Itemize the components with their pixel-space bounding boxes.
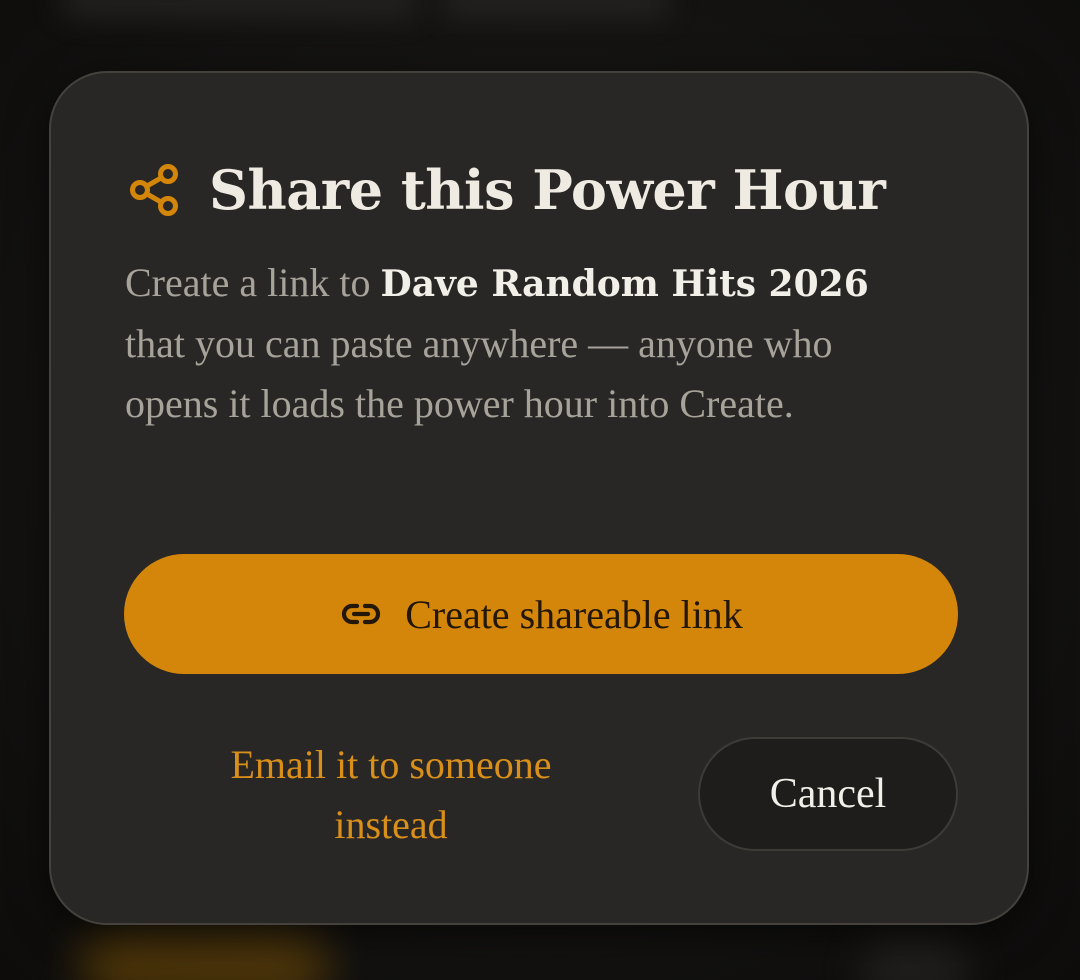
dialog-title: Share this Power Hour — [209, 158, 886, 222]
cancel-button[interactable]: Cancel — [698, 737, 958, 851]
blurred-header-item — [440, 0, 670, 16]
email-instead-link[interactable]: Email it to someone instead — [171, 735, 611, 855]
create-shareable-link-label: Create shareable link — [405, 591, 743, 637]
dialog-description: Create a link to Dave Random Hits 2026 t… — [125, 253, 925, 434]
blurred-header-item — [60, 0, 420, 16]
dialog-header: Share this Power Hour — [127, 155, 886, 225]
share-dialog: Share this Power Hour Create a link to D… — [49, 71, 1029, 925]
create-shareable-link-button[interactable]: Create shareable link — [124, 554, 958, 674]
description-text: Create a link to — [125, 260, 381, 305]
playlist-name: Dave Random Hits 2026 — [380, 263, 869, 305]
blurred-background-control — [860, 935, 970, 980]
blurred-background-button — [80, 925, 330, 980]
link-icon — [339, 592, 383, 636]
share-icon — [127, 162, 183, 218]
description-text-continued: that you can paste anywhere — anyone who… — [125, 321, 833, 426]
